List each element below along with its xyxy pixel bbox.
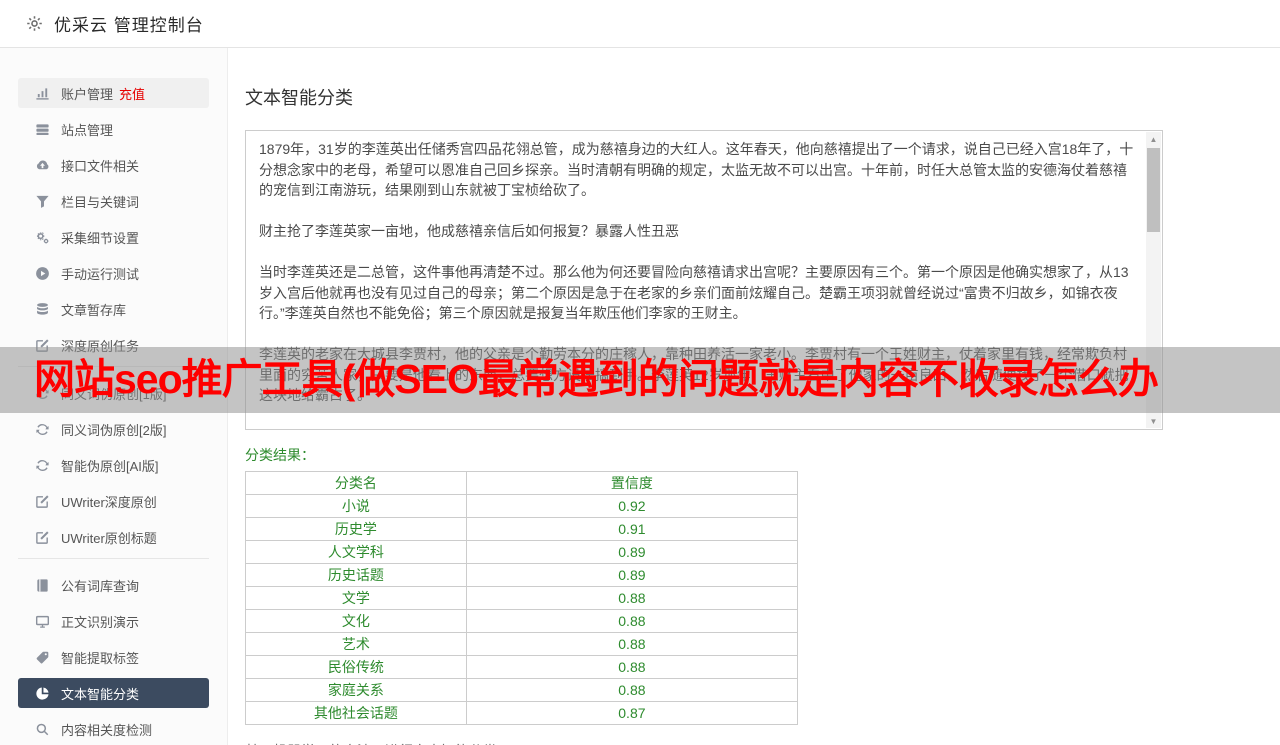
pie-chart-icon: [35, 686, 50, 701]
sidebar-item-label: 采集细节设置: [61, 230, 140, 246]
sidebar-item-account[interactable]: 账户管理 充值: [18, 78, 209, 108]
search-icon: [35, 722, 50, 737]
category-cell: 家庭关系: [245, 678, 467, 702]
sidebar-item-collection-settings[interactable]: 采集细节设置: [18, 222, 209, 252]
scroll-down-icon[interactable]: ▼: [1146, 414, 1161, 428]
database-icon: [35, 302, 50, 317]
table-row: 文学 0.88: [245, 586, 799, 610]
sidebar-item-label: 文章暂存库: [61, 302, 127, 318]
app-header: 优采云 管理控制台: [0, 0, 1280, 48]
category-cell: 艺术: [245, 632, 467, 656]
sidebar-item-label: 文本智能分类: [61, 686, 140, 702]
refresh-icon: [35, 422, 50, 437]
sidebar-item-label: UWriter原创标题: [61, 530, 157, 546]
confidence-cell: 0.88: [465, 586, 799, 610]
sidebar-item-label: 栏目与关键词: [61, 194, 140, 210]
confidence-cell: 0.91: [465, 517, 799, 541]
category-cell: 其他社会话题: [245, 701, 467, 725]
sidebar-item-label: 同义词伪原创[2版]: [61, 422, 167, 438]
sidebar-item-article-staging[interactable]: 文章暂存库: [18, 294, 209, 324]
category-cell: 小说: [245, 494, 467, 518]
app-root: 优采云 管理控制台 账户管理 充值 站点管理 接口文件相关 栏目与关键词 采集细…: [0, 0, 1280, 745]
sidebar-item-label: 智能提取标签: [61, 650, 140, 666]
table-row: 历史话题 0.89: [245, 563, 799, 587]
table-row: 历史学 0.91: [245, 517, 799, 541]
category-cell: 人文学科: [245, 540, 467, 564]
refresh-icon: [35, 458, 50, 473]
sidebar-item-label: 站点管理: [61, 122, 114, 138]
tag-icon: [35, 650, 50, 665]
confidence-cell: 0.87: [465, 701, 799, 725]
table-row: 文化 0.88: [245, 609, 799, 633]
category-cell: 文化: [245, 609, 467, 633]
confidence-cell: 0.88: [465, 655, 799, 679]
category-cell: 文学: [245, 586, 467, 610]
table-header-row: 分类名 置信度: [245, 471, 799, 495]
sidebar-item-content-recognition-demo[interactable]: 正文识别演示: [18, 606, 209, 636]
category-cell: 历史话题: [245, 563, 467, 587]
sidebar-item-interface-files[interactable]: 接口文件相关: [18, 150, 209, 180]
funnel-icon: [35, 194, 50, 209]
footnote: 基于机器学习的方法，进行文本智能分类。: [245, 741, 1280, 745]
sidebar-item-label: 手动运行测试: [61, 266, 140, 282]
category-cell: 民俗传统: [245, 655, 467, 679]
confidence-cell: 0.88: [465, 678, 799, 702]
column-header-category: 分类名: [245, 471, 467, 495]
table-row: 家庭关系 0.88: [245, 678, 799, 702]
promo-overlay-banner: 网站seo推广工具(做SEO最常遇到的问题就是内容不收录怎么办: [0, 347, 1280, 413]
table-row: 小说 0.92: [245, 494, 799, 518]
play-circle-icon: [35, 266, 50, 281]
sidebar-divider: [18, 558, 209, 559]
sidebar-item-label: 接口文件相关: [61, 158, 140, 174]
book-icon: [35, 578, 50, 593]
server-icon: [35, 122, 50, 137]
results-label: 分类结果：: [245, 447, 315, 463]
sidebar-item-columns-keywords[interactable]: 栏目与关键词: [18, 186, 209, 216]
app-title: 优采云 管理控制台: [54, 16, 204, 35]
gears-icon: [35, 230, 50, 245]
monitor-icon: [35, 614, 50, 629]
scroll-up-icon[interactable]: ▲: [1146, 132, 1161, 146]
sidebar-item-label: 公有词库查询: [61, 578, 140, 594]
edit-icon: [35, 530, 50, 545]
table-row: 人文学科 0.89: [245, 540, 799, 564]
page-title: 文本智能分类: [245, 88, 353, 108]
sidebar-item-label: UWriter深度原创: [61, 494, 157, 510]
table-row: 其他社会话题 0.87: [245, 701, 799, 725]
confidence-cell: 0.92: [465, 494, 799, 518]
column-header-confidence: 置信度: [465, 471, 799, 495]
table-row: 艺术 0.88: [245, 632, 799, 656]
confidence-cell: 0.89: [465, 540, 799, 564]
sidebar-item-uwriter-original-title[interactable]: UWriter原创标题: [18, 522, 209, 552]
sidebar-item-label: 内容相关度检测: [61, 722, 153, 738]
category-cell: 历史学: [245, 517, 467, 541]
sidebar-item-text-classification[interactable]: 文本智能分类: [18, 678, 209, 708]
sidebar-item-label: 正文识别演示: [61, 614, 140, 630]
confidence-cell: 0.89: [465, 563, 799, 587]
confidence-cell: 0.88: [465, 632, 799, 656]
scrollbar-thumb[interactable]: [1147, 148, 1160, 232]
results-table: 分类名 置信度 小说 0.92 历史学 0.91 人文学科 0.89 历史话题: [245, 471, 799, 725]
bar-chart-icon: [35, 86, 50, 101]
gear-icon: [25, 14, 44, 33]
sidebar-item-ai-rewrite[interactable]: 智能伪原创[AI版]: [18, 450, 209, 480]
sidebar-item-manual-run-test[interactable]: 手动运行测试: [18, 258, 209, 288]
cloud-upload-icon: [35, 158, 50, 173]
table-row: 民俗传统 0.88: [245, 655, 799, 679]
sidebar-item-uwriter-deep-original[interactable]: UWriter深度原创: [18, 486, 209, 516]
sidebar-item-public-lexicon[interactable]: 公有词库查询: [18, 570, 209, 600]
confidence-cell: 0.88: [465, 609, 799, 633]
sidebar-item-sites[interactable]: 站点管理: [18, 114, 209, 144]
sidebar-item-synonym-rewrite-v2[interactable]: 同义词伪原创[2版]: [18, 414, 209, 444]
sidebar-item-smart-tag-extraction[interactable]: 智能提取标签: [18, 642, 209, 672]
sidebar-item-content-relevance[interactable]: 内容相关度检测: [18, 714, 209, 744]
recharge-badge[interactable]: 充值: [119, 84, 145, 103]
sidebar-item-label: 账户管理: [61, 86, 114, 102]
sidebar-item-label: 智能伪原创[AI版]: [61, 458, 159, 474]
edit-icon: [35, 494, 50, 509]
